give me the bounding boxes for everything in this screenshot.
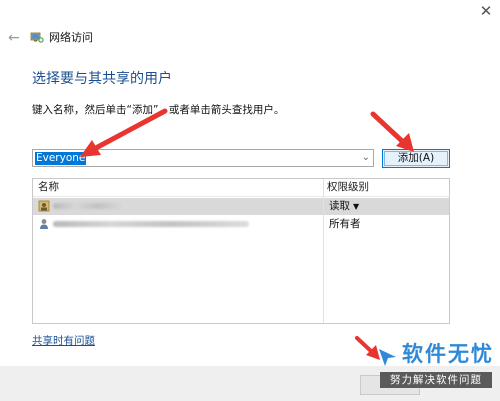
annotation-overlay [80,108,414,360]
annotation-arrow-to-add-button [370,111,414,152]
annotation-arrow-to-input [80,108,168,157]
annotation-arrow-bottom [355,336,380,360]
